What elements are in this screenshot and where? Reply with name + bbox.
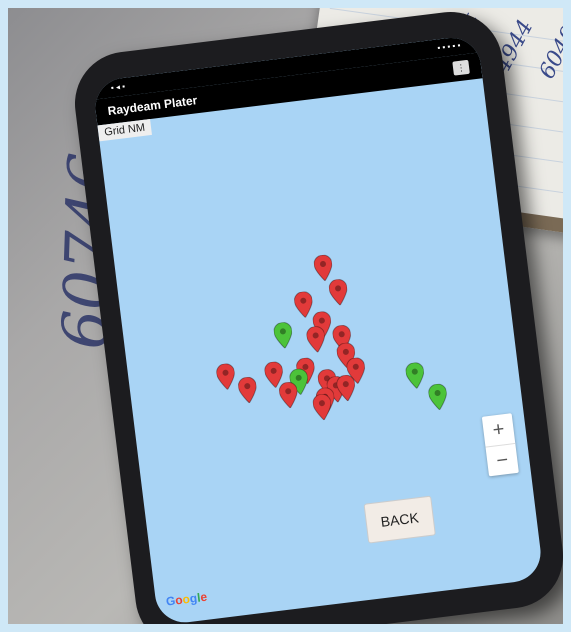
- photo-background: set 4944 6049 60746 ▪ ◂ ▪ ▪ ▪ ▪ ▪ ▪ Rayd…: [8, 8, 563, 624]
- map-pin-red[interactable]: [237, 376, 258, 404]
- status-left: ▪ ◂ ▪: [110, 81, 126, 93]
- map-pin-red[interactable]: [312, 393, 333, 421]
- phone: ▪ ◂ ▪ ▪ ▪ ▪ ▪ ▪ Raydeam Plater ⋮ Grid NM…: [69, 8, 563, 624]
- map-pin-red[interactable]: [336, 374, 357, 402]
- app-title: Raydeam Plater: [106, 93, 198, 119]
- map-pin-green[interactable]: [405, 362, 426, 390]
- map-markers: [92, 35, 544, 624]
- menu-icon[interactable]: ⋮: [452, 59, 470, 76]
- map-pin-red[interactable]: [306, 325, 327, 354]
- map-pin-red[interactable]: [278, 381, 299, 409]
- map-pin-red[interactable]: [215, 363, 236, 391]
- zoom-out-button[interactable]: −: [485, 442, 519, 477]
- status-right: ▪ ▪ ▪ ▪ ▪: [436, 40, 461, 53]
- back-button[interactable]: BACK: [363, 495, 436, 544]
- map-pin-red[interactable]: [328, 278, 349, 307]
- map-pin-green[interactable]: [273, 321, 294, 350]
- map-pin-red[interactable]: [313, 254, 334, 282]
- zoom-in-button[interactable]: +: [482, 413, 515, 446]
- phone-screen: ▪ ◂ ▪ ▪ ▪ ▪ ▪ ▪ Raydeam Plater ⋮ Grid NM…: [92, 34, 544, 624]
- map-pin-green[interactable]: [428, 383, 449, 411]
